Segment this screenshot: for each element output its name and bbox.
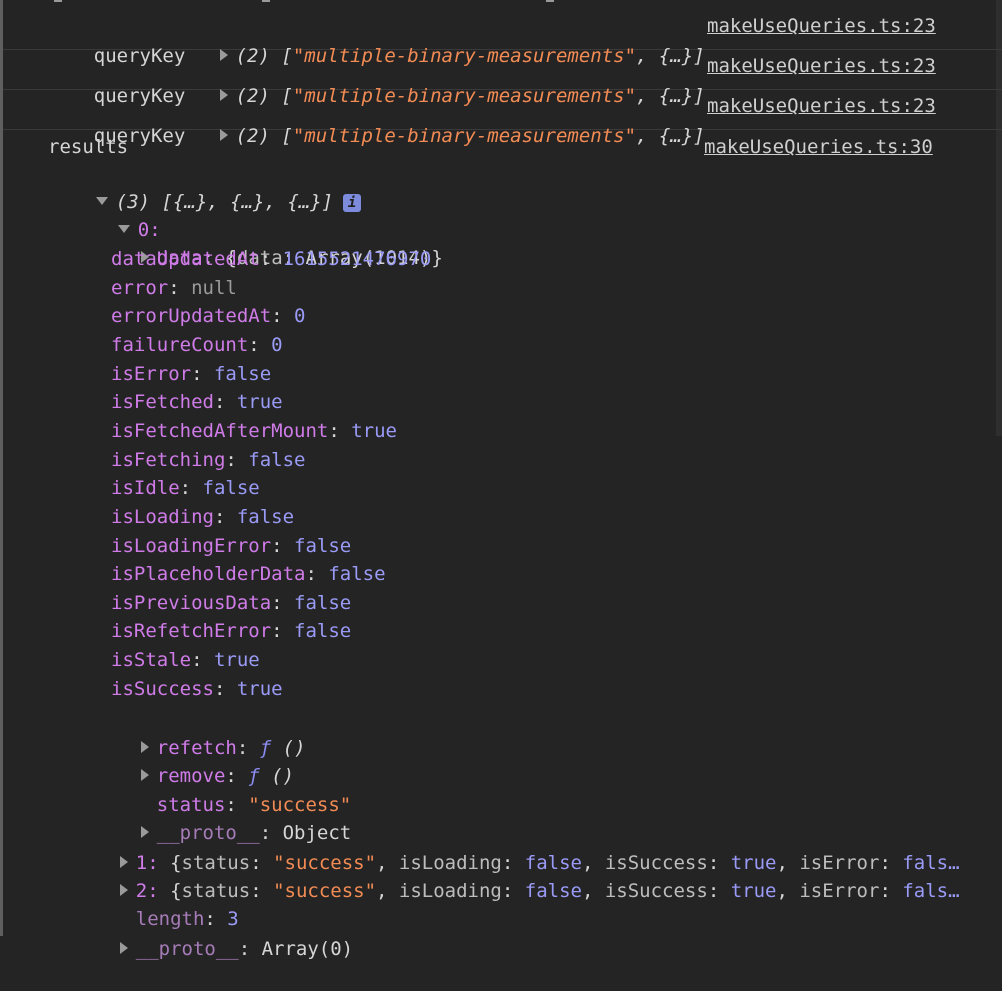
prop-key: isFetchedAfterMount bbox=[111, 420, 329, 442]
prop-value: false bbox=[236, 506, 295, 528]
prop-key: failureCount bbox=[111, 334, 249, 356]
property-row: isRefetchError: false bbox=[111, 620, 352, 642]
prop-key: errorUpdatedAt bbox=[111, 305, 272, 327]
prop-key: isError bbox=[111, 363, 192, 385]
prop-key: isPreviousData bbox=[111, 592, 272, 614]
property-row: dataUpdatedAt: 1615521476970 bbox=[111, 248, 432, 270]
property-row: isFetching: false bbox=[111, 449, 306, 471]
property-row: isFetchedAfterMount: true bbox=[111, 420, 397, 442]
property-row: isPlaceholderData: false bbox=[111, 563, 386, 585]
console-message: queryKey (2) ["multiple-binary-measureme… bbox=[3, 90, 1002, 147]
property-row: errorUpdatedAt: 0 bbox=[111, 305, 306, 327]
prop-key: dataUpdatedAt bbox=[111, 248, 260, 270]
console-message: queryKey (2) ["multiple-binary-measureme… bbox=[3, 10, 1002, 67]
property-row: isIdle: false bbox=[111, 477, 260, 499]
expand-triangle-icon[interactable] bbox=[119, 941, 128, 954]
prop-key: isSuccess bbox=[111, 678, 214, 700]
prop-value: false bbox=[328, 563, 386, 585]
bool-value: false bbox=[524, 880, 582, 902]
prop-value: 0 bbox=[294, 305, 306, 327]
prop-value: true bbox=[236, 391, 283, 413]
prop-key: isFetching bbox=[111, 449, 226, 471]
prop-value: true bbox=[236, 678, 283, 700]
source-link[interactable]: makeUseQueries.ts:23 bbox=[707, 92, 936, 120]
prop-value: true bbox=[213, 649, 260, 671]
array-count: (2) bbox=[235, 125, 270, 147]
prop-key: isFetched bbox=[111, 391, 214, 413]
bool-value: fals… bbox=[902, 880, 960, 902]
source-link[interactable]: makeUseQueries.ts:23 bbox=[707, 12, 936, 40]
prop-key: isIdle bbox=[111, 477, 180, 499]
prop-key: isPlaceholderData bbox=[111, 563, 306, 585]
prop-value: true bbox=[351, 420, 397, 442]
bracket: [ bbox=[281, 125, 293, 147]
expand-triangle-icon[interactable] bbox=[219, 128, 228, 141]
property-row: isStale: true bbox=[111, 649, 260, 671]
property-row: isSuccess: true bbox=[111, 678, 283, 700]
source-link[interactable]: makeUseQueries.ts:30 bbox=[704, 133, 933, 161]
prop-key: error bbox=[111, 277, 169, 299]
property-row: isPreviousData: false bbox=[111, 592, 352, 614]
string-value: "multiple-binary-measurements" bbox=[292, 125, 637, 147]
prop-key: isRefetchError bbox=[111, 620, 272, 642]
results-label: results bbox=[48, 136, 129, 158]
property-row: failureCount: 0 bbox=[111, 334, 283, 356]
property-row: isError: false bbox=[111, 363, 272, 385]
prop-value: false bbox=[294, 620, 352, 642]
prop-value: false bbox=[294, 535, 352, 557]
prop-value: 0 bbox=[271, 334, 283, 356]
bool-value: true bbox=[730, 880, 777, 902]
array-rest: , {…}] bbox=[636, 125, 705, 147]
prop-key: isLoadingError bbox=[111, 535, 272, 557]
property-row: isLoadingError: false bbox=[111, 535, 352, 557]
clipped-previous-row bbox=[6, 0, 1002, 10]
property-row: isFetched: true bbox=[111, 391, 283, 413]
array-proto-row[interactable]: __proto__: Array(0) bbox=[74, 907, 353, 991]
prop-value: null bbox=[191, 277, 237, 299]
console-message: queryKey (2) ["multiple-binary-measureme… bbox=[3, 50, 1002, 107]
prop-value: 1615521476970 bbox=[282, 248, 432, 270]
source-link[interactable]: makeUseQueries.ts:23 bbox=[707, 52, 936, 80]
prop-key: isStale bbox=[111, 649, 192, 671]
prop-key: isLoading bbox=[111, 506, 214, 528]
property-row: error: null bbox=[111, 277, 237, 299]
prop-value: false bbox=[294, 592, 352, 614]
proto-value: Array(0) bbox=[261, 938, 354, 960]
property-row: isLoading: false bbox=[111, 506, 295, 528]
prop-value: false bbox=[213, 363, 272, 385]
prop-value: false bbox=[202, 477, 260, 499]
string-value: "success" bbox=[273, 880, 377, 902]
info-icon[interactable]: i bbox=[343, 193, 362, 212]
prop-value: false bbox=[248, 449, 306, 471]
prop-key: __proto__ bbox=[135, 938, 239, 960]
